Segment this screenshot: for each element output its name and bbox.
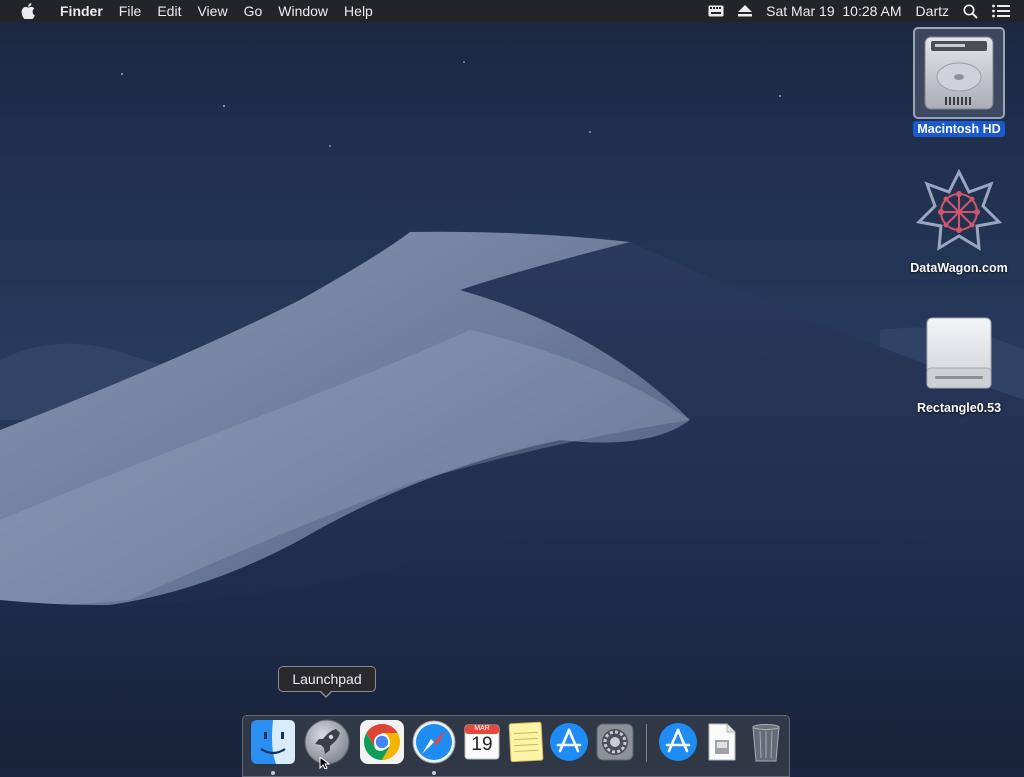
dock-finder[interactable] bbox=[249, 718, 297, 775]
spotlight-search-icon[interactable] bbox=[956, 3, 985, 19]
notes-icon bbox=[508, 721, 544, 763]
dock-calendar[interactable]: MAR 19 bbox=[458, 718, 506, 766]
dock-trash[interactable] bbox=[742, 718, 790, 766]
desktop-icon-label: Rectangle0.53 bbox=[916, 401, 1002, 415]
menu-edit[interactable]: Edit bbox=[149, 0, 189, 22]
menu-bar: Finder File Edit View Go Window Help Sat… bbox=[0, 0, 1024, 22]
eject-icon[interactable] bbox=[731, 5, 759, 17]
datawagon-logo-icon bbox=[913, 166, 1005, 258]
hard-drive-icon bbox=[913, 27, 1005, 119]
running-indicator bbox=[271, 771, 275, 775]
menu-window[interactable]: Window bbox=[270, 0, 336, 22]
calendar-day-text: 19 bbox=[471, 734, 493, 755]
dock-system-preferences[interactable] bbox=[591, 718, 639, 766]
dock-tooltip-arrow-fill bbox=[320, 690, 332, 696]
clock-date-time[interactable]: Sat Mar 19 10:28 AM bbox=[759, 0, 908, 22]
trash-icon bbox=[752, 724, 780, 762]
desktop-icon-label: Macintosh HD bbox=[913, 121, 1005, 137]
dock-document[interactable] bbox=[698, 718, 746, 766]
app-store-downloads-icon bbox=[659, 723, 697, 761]
safari-icon bbox=[412, 720, 456, 764]
chrome-icon bbox=[360, 720, 404, 764]
dock-tooltip: Launchpad bbox=[278, 666, 376, 692]
notification-center-icon[interactable] bbox=[985, 4, 1024, 18]
dock-safari[interactable] bbox=[410, 718, 458, 775]
apple-menu-icon[interactable] bbox=[18, 0, 38, 22]
finder-icon bbox=[251, 720, 295, 764]
desktop-wallpaper bbox=[0, 0, 1024, 768]
desktop-icon-datawagon[interactable]: DataWagon.com bbox=[904, 166, 1014, 277]
app-menu-finder[interactable]: Finder bbox=[52, 0, 111, 22]
dock-notes[interactable] bbox=[501, 718, 549, 766]
external-disk-icon bbox=[913, 306, 1005, 398]
system-preferences-icon bbox=[596, 723, 634, 761]
menu-help[interactable]: Help bbox=[336, 0, 381, 22]
user-menu[interactable]: Dartz bbox=[909, 0, 956, 22]
running-indicator bbox=[432, 771, 436, 775]
menu-file[interactable]: File bbox=[111, 0, 150, 22]
dock-app-store-downloads[interactable] bbox=[654, 718, 702, 766]
menu-go[interactable]: Go bbox=[236, 0, 271, 22]
keyboard-icon[interactable] bbox=[701, 5, 731, 17]
desktop-icon-macintosh-hd[interactable]: Macintosh HD bbox=[904, 27, 1014, 138]
app-store-icon bbox=[550, 723, 588, 761]
dock-app-store[interactable] bbox=[545, 718, 593, 766]
calendar-month-text: MAR bbox=[474, 725, 490, 732]
dock-chrome[interactable] bbox=[358, 718, 406, 766]
document-icon bbox=[708, 723, 736, 761]
desktop-icon-rectangle[interactable]: Rectangle0.53 bbox=[904, 306, 1014, 417]
menu-view[interactable]: View bbox=[189, 0, 235, 22]
desktop-icon-label: DataWagon.com bbox=[910, 261, 1008, 275]
mouse-cursor-icon bbox=[319, 757, 331, 769]
dock-separator bbox=[646, 724, 647, 762]
